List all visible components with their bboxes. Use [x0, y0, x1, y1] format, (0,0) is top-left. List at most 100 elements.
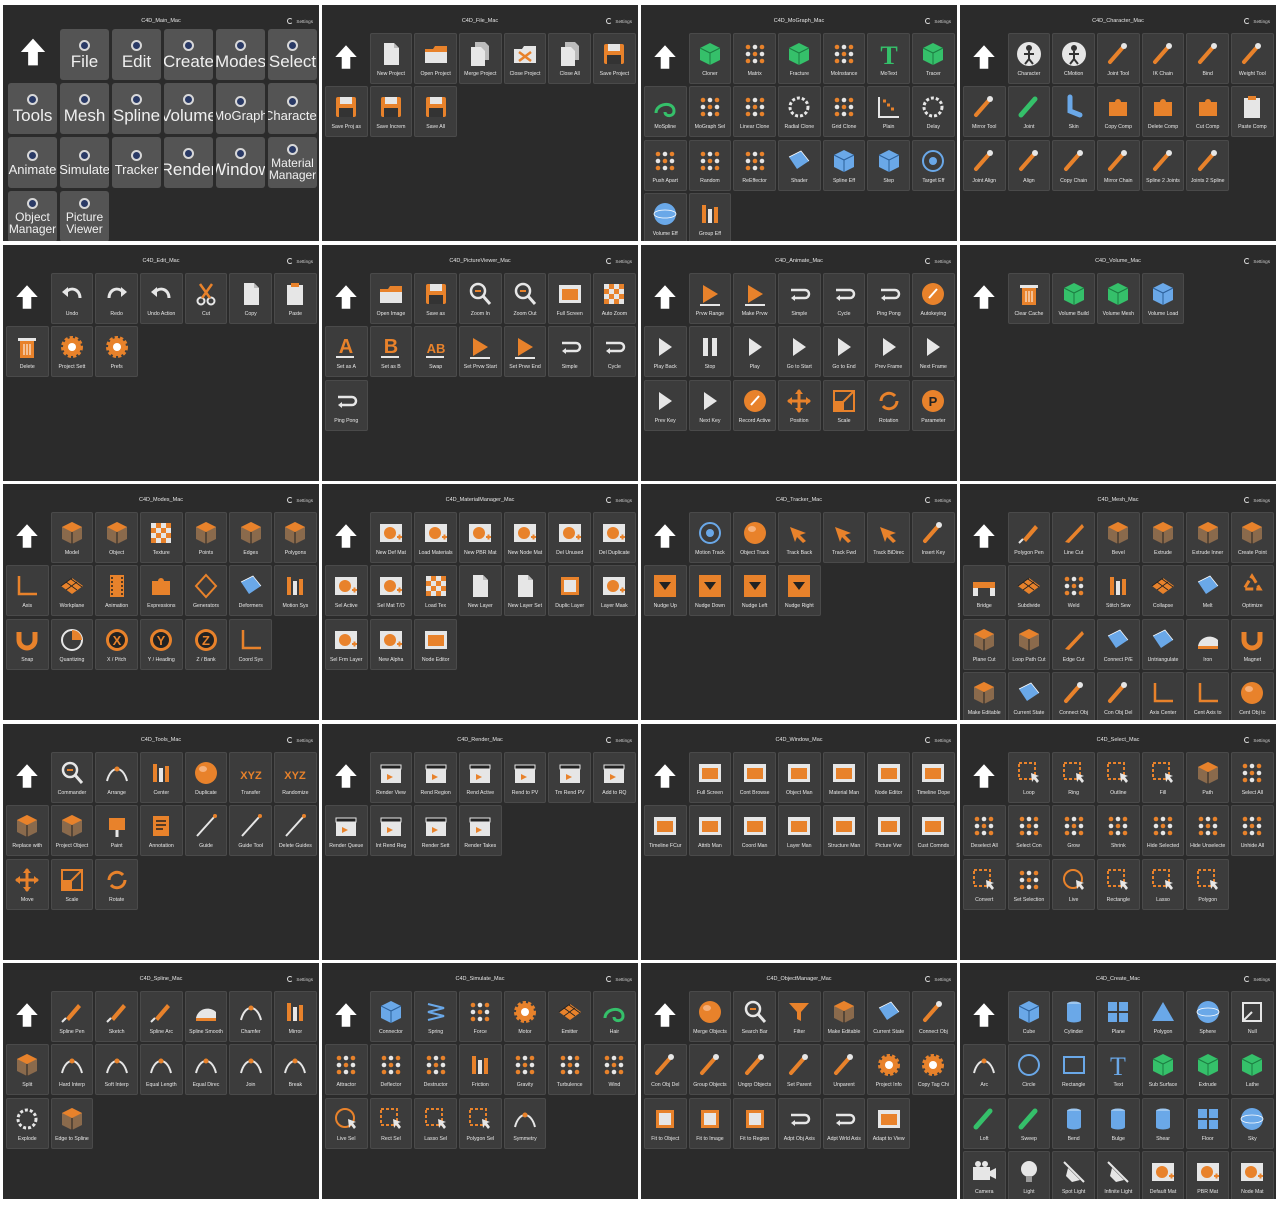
parameter-button[interactable]: P Parameter [912, 379, 955, 431]
mospline-button[interactable]: MoSpline [644, 86, 687, 138]
cycle-button[interactable]: Cycle [593, 326, 636, 378]
save-all-button[interactable]: Save All [414, 86, 457, 138]
close-all-button[interactable]: Close All [548, 33, 591, 84]
extrude-inner-button[interactable]: Extrude Inner [1186, 512, 1229, 563]
shrink-button[interactable]: Shrink [1097, 805, 1140, 857]
adapt-to-view-button[interactable]: Adapt to View [867, 1097, 910, 1149]
group-eff-button[interactable]: Group Eff [688, 193, 732, 241]
sphere-button[interactable]: Sphere [1186, 991, 1229, 1042]
outline-button[interactable]: Outline [1097, 752, 1140, 803]
line-cut-button[interactable]: Line Cut [1052, 512, 1095, 563]
stitch-sew-button[interactable]: Stitch Sew [1097, 565, 1140, 617]
spline-pen-button[interactable]: Spline Pen [50, 991, 94, 1042]
equal-direc-button[interactable]: Equal Direc [184, 1044, 228, 1096]
fill-button[interactable]: Fill [1141, 752, 1185, 803]
rotation-button[interactable]: Rotation [867, 379, 910, 431]
step-button[interactable]: Step [867, 139, 910, 191]
new-node-mat-button[interactable]: New Node Mat [503, 512, 547, 563]
null-button[interactable]: Null [1231, 991, 1274, 1042]
sweep-button[interactable]: Sweep [1007, 1097, 1051, 1149]
auto-zoom-button[interactable]: Auto Zoom [593, 273, 636, 324]
cent-axis-to-button[interactable]: Cent Axis to [1186, 672, 1229, 720]
back-button[interactable] [6, 273, 49, 324]
menu-character-button[interactable]: Character [268, 83, 317, 134]
settings-button[interactable]: Settings [606, 497, 632, 503]
mirror-button[interactable]: Mirror [274, 991, 317, 1042]
joints-2-spline-button[interactable]: Joints 2 Spline [1186, 139, 1229, 191]
model-button[interactable]: Model [50, 512, 94, 563]
back-button[interactable] [325, 991, 368, 1042]
rend-to-pv-button[interactable]: Rend to PV [503, 752, 547, 803]
copy-tag-chi-button[interactable]: Copy Tag Chi [912, 1044, 955, 1096]
project-object-button[interactable]: Project Object [50, 805, 94, 857]
menu-simulate-button[interactable]: Simulate [60, 137, 109, 188]
annotation-button[interactable]: Annotation [140, 805, 183, 857]
set-parent-button[interactable]: Set Parent [778, 1044, 821, 1096]
close-project-button[interactable]: Close Project [503, 33, 547, 84]
moinstance-button[interactable]: MoInstance [822, 33, 866, 84]
lasso-sel-button[interactable]: Lasso Sel [414, 1097, 457, 1149]
move-button[interactable]: Move [6, 858, 49, 910]
menu-object-manager-button[interactable]: Object Manager [8, 191, 57, 241]
untriangulate-button[interactable]: Untriangulate [1141, 618, 1185, 670]
make-editable-button[interactable]: Make Editable [822, 991, 866, 1042]
refresh-icon[interactable] [1244, 737, 1251, 743]
menu-select-button[interactable]: Select [268, 29, 317, 80]
prefs-button[interactable]: Prefs [95, 326, 138, 378]
swap-button[interactable]: AB Swap [414, 326, 457, 378]
connect-obj-button[interactable]: Connect Obj [1052, 672, 1095, 720]
edge-to-spline-button[interactable]: Edge to Spline [50, 1097, 94, 1149]
clear-cache-button[interactable]: Clear Cache [1007, 273, 1051, 324]
texture-button[interactable]: Texture [140, 512, 183, 563]
melt-button[interactable]: Melt [1186, 565, 1229, 617]
bevel-button[interactable]: Bevel [1097, 512, 1140, 563]
polygon-pen-button[interactable]: Polygon Pen [1007, 512, 1051, 563]
menu-mograph-button[interactable]: MoGraph [216, 83, 265, 134]
menu-modes-button[interactable]: Modes [216, 29, 265, 80]
text-button[interactable]: T Text [1097, 1044, 1140, 1096]
select-con-button[interactable]: Select Con [1007, 805, 1051, 857]
tracer-button[interactable]: Tracer [912, 33, 955, 84]
path-button[interactable]: Path [1186, 752, 1229, 803]
menu-animate-button[interactable]: Animate [8, 137, 57, 188]
workplane-button[interactable]: Workplane [50, 565, 94, 617]
copy-chain-button[interactable]: Copy Chain [1052, 139, 1095, 191]
con-obj-del-button[interactable]: Con Obj Del [644, 1044, 687, 1096]
project-sett-button[interactable]: Project Sett [50, 326, 94, 378]
polygon-button[interactable]: Polygon [1186, 858, 1229, 910]
deformers-button[interactable]: Deformers [229, 565, 272, 617]
refresh-icon[interactable] [1244, 258, 1251, 264]
spline-eff-button[interactable]: Spline Eff [822, 139, 866, 191]
ping-pong-button[interactable]: Ping Pong [867, 273, 910, 324]
emitter-button[interactable]: Emitter [548, 991, 591, 1042]
tm-rend-pv-button[interactable]: Tm Rend PV [548, 752, 591, 803]
motion-sys-button[interactable]: Motion Sys [274, 565, 317, 617]
track-fwd-button[interactable]: Track Fwd [822, 512, 866, 563]
deselect-all-button[interactable]: Deselect All [963, 805, 1006, 857]
simple-button[interactable]: Simple [548, 326, 591, 378]
object-man-button[interactable]: Object Man [778, 752, 821, 803]
guide-button[interactable]: Guide [184, 805, 228, 857]
unparent-button[interactable]: Unparent [822, 1044, 866, 1096]
undo-button[interactable]: Undo [50, 273, 94, 324]
x-pitch-button[interactable]: X X / Pitch [95, 618, 138, 670]
new-layer-button[interactable]: New Layer [459, 565, 502, 617]
open-project-button[interactable]: Open Project [414, 33, 457, 84]
back-button[interactable] [644, 512, 687, 563]
object-button[interactable]: Object [95, 512, 138, 563]
axis-button[interactable]: Axis [6, 565, 49, 617]
break-button[interactable]: Break [274, 1044, 317, 1096]
volume-mesh-button[interactable]: Volume Mesh [1097, 273, 1140, 324]
cmotion-button[interactable]: CMotion [1052, 33, 1095, 84]
attrib-man-button[interactable]: Attrib Man [688, 805, 732, 857]
node-editor-button[interactable]: Node Editor [414, 618, 457, 670]
refresh-icon[interactable] [925, 18, 932, 24]
spot-light-button[interactable]: Spot Light [1052, 1151, 1095, 1199]
commander-button[interactable]: Commander [50, 752, 94, 803]
full-screen-button[interactable]: Full Screen [548, 273, 591, 324]
volume-eff-button[interactable]: Volume Eff [644, 193, 687, 241]
bulge-button[interactable]: Bulge [1097, 1097, 1140, 1149]
hard-interp-button[interactable]: Hard Interp [50, 1044, 94, 1096]
group-objects-button[interactable]: Group Objects [688, 1044, 732, 1096]
refresh-icon[interactable] [287, 258, 294, 264]
